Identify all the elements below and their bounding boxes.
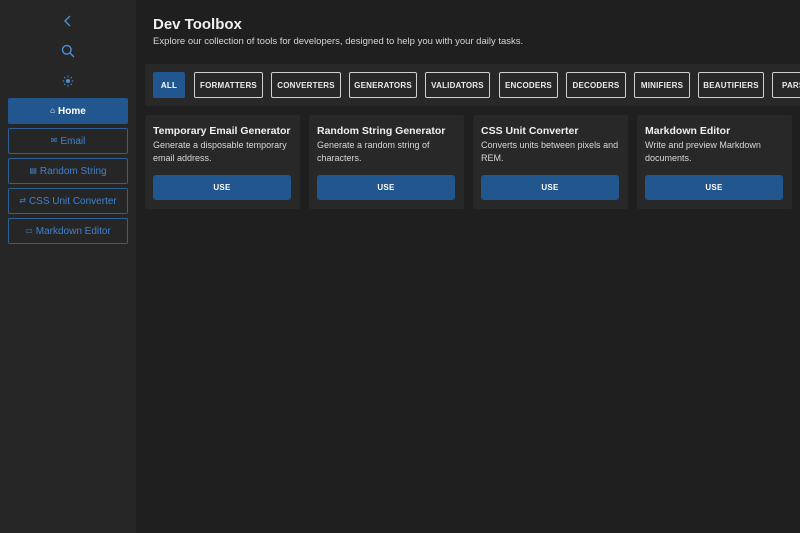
sidebar-item-email[interactable]: ✉ Email [8,128,128,154]
card-title: Temporary Email Generator [153,125,291,137]
filter-converters[interactable]: CONVERTERS [271,72,341,98]
sidebar-item-label: Markdown Editor [35,225,111,237]
card-title: CSS Unit Converter [481,125,579,137]
tool-card-markdown-editor: Markdown Editor Write and preview Markdo… [637,115,792,209]
sidebar-item-label: CSS Unit Converter [28,195,117,207]
sidebar-item-random-string[interactable]: ▤ Random String [8,158,128,184]
home-icon: ⌂ [50,106,56,115]
category-filter-bar: ALL FORMATTERS CONVERTERS GENERATORS VAL… [145,64,800,106]
card-title: Random String Generator [317,125,446,137]
swap-icon: ⇄ [19,196,26,205]
main-content: Dev Toolbox Explore our collection of to… [136,0,800,533]
document-icon: ▤ [29,166,37,175]
tool-card-css-unit-converter: CSS Unit Converter Converts units betwee… [473,115,628,209]
card-description: Generate a disposable temporary email ad… [153,140,287,163]
filter-decoders[interactable]: DECODERS [566,72,626,98]
card-description: Write and preview Markdown documents. [645,140,761,163]
use-button[interactable]: USE [153,175,291,200]
sidebar-item-markdown-editor[interactable]: ▭ Markdown Editor [8,218,128,244]
card-title: Markdown Editor [645,125,731,137]
tool-card-random-string: Random String Generator Generate a rando… [309,115,464,209]
page-subtitle: Explore our collection of tools for deve… [153,36,524,47]
sidebar-item-home[interactable]: ⌂ Home [8,98,128,124]
use-button[interactable]: USE [481,175,619,200]
filter-formatters[interactable]: FORMATTERS [194,72,263,98]
filter-encoders[interactable]: ENCODERS [499,72,558,98]
card-description: Generate a random string of characters. [317,140,430,163]
filter-generators[interactable]: GENERATORS [349,72,417,98]
sidebar-item-label: Random String [39,165,107,177]
filter-minifiers[interactable]: MINIFIERS [634,72,690,98]
filter-validators[interactable]: VALIDATORS [425,72,490,98]
tool-card-temporary-email: Temporary Email Generator Generate a dis… [145,115,300,209]
sidebar: ⌂ Home ✉ Email ▤ Random String ⇄ CSS Uni… [0,0,136,533]
sun-icon[interactable] [58,71,78,91]
use-button[interactable]: USE [317,175,455,200]
sidebar-item-label: Home [58,105,86,117]
filter-all[interactable]: ALL [153,72,185,98]
card-description: Converts units between pixels and REM. [481,140,619,163]
search-icon[interactable] [58,41,78,61]
chevron-left-icon[interactable] [58,11,78,31]
use-button[interactable]: USE [645,175,783,200]
filter-beautifiers[interactable]: BEAUTIFIERS [698,72,764,98]
page-title: Dev Toolbox [153,16,242,33]
sidebar-item-css-unit-converter[interactable]: ⇄ CSS Unit Converter [8,188,128,214]
filter-parsers[interactable]: PARSERS [772,72,800,98]
envelope-icon: ✉ [50,136,58,145]
markdown-icon: ▭ [25,226,33,235]
sidebar-item-label: Email [60,135,86,147]
